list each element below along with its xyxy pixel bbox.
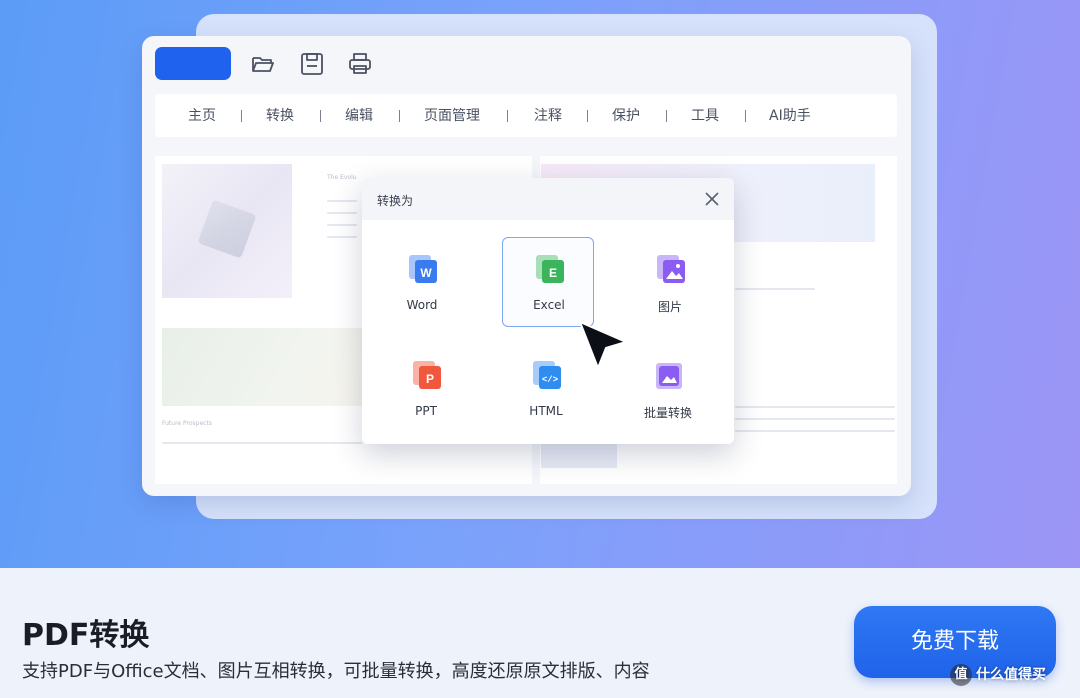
option-label: Word — [406, 298, 438, 312]
svg-text:</>: </> — [542, 375, 558, 385]
option-label: HTML — [529, 404, 563, 418]
promo-footer: PDF转换 支持PDF与Office文档、图片互相转换，可批量转换，高度还原原文… — [0, 568, 1080, 698]
option-label: 图片 — [657, 300, 682, 314]
menu-item-home[interactable]: 主页 — [188, 106, 216, 126]
svg-text:P: P — [426, 372, 434, 386]
ppt-icon: P — [413, 361, 441, 389]
menu-item-ai-assistant[interactable]: AI助手 — [769, 106, 811, 126]
menu-divider — [666, 110, 667, 122]
menu-bar: 主页 转换 编辑 页面管理 注释 保护 工具 AI助手 — [155, 94, 897, 137]
svg-text:W: W — [420, 266, 432, 280]
menu-item-annotate[interactable]: 注释 — [534, 106, 562, 126]
option-label: 批量转换 — [643, 406, 692, 420]
option-label: Excel — [533, 298, 565, 312]
html-icon: </> — [533, 361, 561, 389]
dialog-title: 转换为 — [377, 194, 414, 208]
close-icon[interactable] — [702, 189, 722, 209]
convert-option-word[interactable]: W Word — [376, 238, 468, 328]
menu-divider — [399, 110, 400, 122]
menu-item-edit[interactable]: 编辑 — [345, 106, 373, 126]
document-subheading: Future Prospects — [162, 420, 212, 427]
menu-divider — [507, 110, 508, 122]
image-icon — [657, 255, 685, 283]
menu-divider — [587, 110, 588, 122]
dialog-header: 转换为 — [362, 178, 734, 220]
watermark-logo-icon: 值 — [950, 664, 972, 686]
menu-item-page-manage[interactable]: 页面管理 — [424, 106, 480, 126]
menu-divider — [745, 110, 746, 122]
menu-divider — [241, 110, 242, 122]
menu-item-protect[interactable]: 保护 — [612, 106, 640, 126]
batch-convert-icon — [656, 363, 682, 389]
document-image-cube — [162, 164, 292, 298]
promo-subtitle: 支持PDF与Office文档、图片互相转换，可批量转换，高度还原原文排版、内容 — [22, 661, 650, 682]
document-heading: The Evolu — [327, 174, 357, 181]
option-label: PPT — [415, 404, 437, 418]
convert-option-ppt[interactable]: P PPT — [380, 344, 472, 434]
excel-icon: E — [536, 255, 564, 283]
save-icon[interactable] — [299, 51, 325, 77]
convert-dialog: 转换为 W Word E Excel 图片 P PPT </> HTML 批量转… — [362, 178, 734, 444]
mouse-pointer-icon — [579, 321, 627, 369]
watermark-text: 什么值得买 — [976, 667, 1046, 683]
svg-text:E: E — [549, 266, 557, 280]
menu-item-tools[interactable]: 工具 — [691, 106, 719, 126]
convert-option-excel[interactable]: E Excel — [502, 237, 594, 327]
site-watermark: 值什么值得买 — [950, 664, 1046, 686]
convert-option-batch[interactable]: 批量转换 — [622, 344, 714, 434]
print-icon[interactable] — [347, 51, 373, 77]
promo-title: PDF转换 — [22, 618, 150, 653]
folder-open-icon[interactable] — [250, 51, 276, 77]
document-image-food — [162, 328, 362, 406]
hero-banner: 主页 转换 编辑 页面管理 注释 保护 工具 AI助手 The Evolu Fu… — [0, 0, 1080, 568]
convert-option-image[interactable]: 图片 — [624, 238, 716, 328]
menu-item-convert[interactable]: 转换 — [266, 106, 294, 126]
brand-button[interactable] — [155, 47, 231, 80]
menu-divider — [320, 110, 321, 122]
word-icon: W — [409, 255, 437, 283]
